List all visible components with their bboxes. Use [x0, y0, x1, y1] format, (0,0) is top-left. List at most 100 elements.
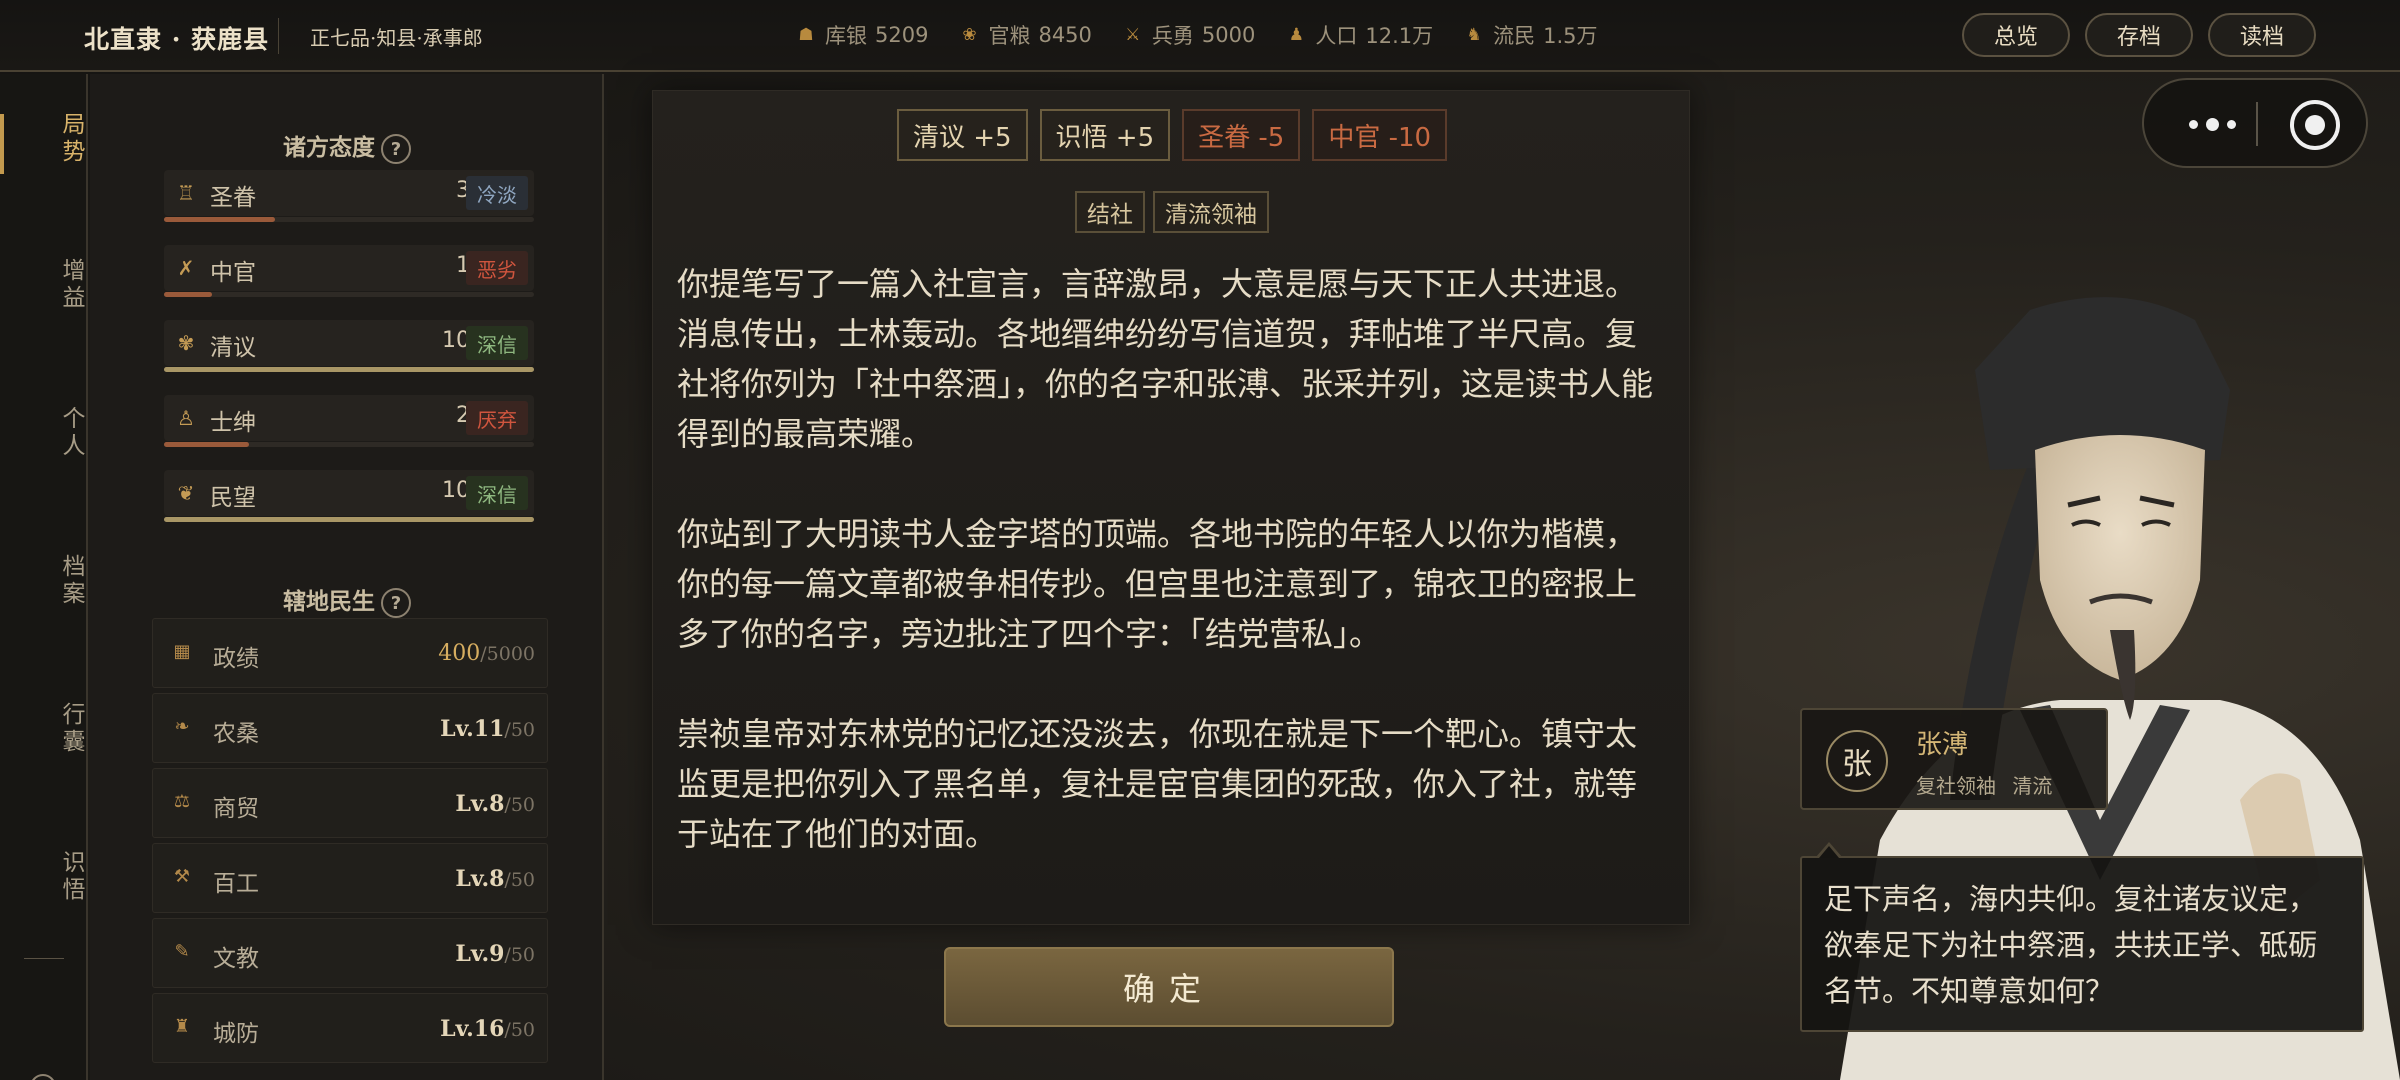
trade-icon: ⚖: [173, 791, 191, 812]
character-roles: 复社领袖 清流: [1916, 774, 2053, 798]
effect-badge: 中官 -10: [1312, 109, 1448, 161]
resource-soldiers: ⚔ 兵勇 5000: [1122, 20, 1255, 50]
stat-name: 商贸: [213, 796, 259, 822]
event-card: 清议 +5 识悟 +5 圣眷 -5 中官 -10 结社 清流领袖 你提笔写了一篇…: [652, 90, 1690, 925]
stat-value: Lv.8/50: [455, 791, 535, 817]
target-icon[interactable]: [30, 1074, 56, 1080]
eunuch-icon: ✗: [177, 256, 195, 280]
stat-current: Lv.16: [440, 1016, 505, 1042]
stat-row-defense[interactable]: ♜ 城防 Lv.16/50: [152, 993, 548, 1063]
story-paragraph: 崇祯皇帝对东林党的记忆还没淡去，你现在就是下一个靶心。镇守太监更是把你列入了黑名…: [677, 715, 1638, 853]
stat-max: /50: [504, 869, 535, 891]
character-seal-icon: 张: [1826, 730, 1888, 792]
stat-current: 400: [438, 641, 481, 666]
character-name: 张溥: [1916, 730, 1969, 760]
mini-program-capsule: [2142, 78, 2368, 168]
close-target-icon[interactable]: [2290, 100, 2340, 150]
faction-row[interactable]: ♙ 士绅 23 厌弃: [164, 395, 626, 455]
gentry-icon: ♙: [177, 406, 195, 430]
factions-title-text: 诸方态度: [283, 134, 375, 161]
side-nav: 局势 增益 个人 档案 行囊 识悟: [0, 74, 88, 1080]
stat-name: 城防: [213, 1021, 259, 1047]
top-bar: 北直隶 · 获鹿县 正七品·知县·承事郎 ☗ 库银 5209 ❀ 官粮 8450…: [0, 0, 2400, 72]
population-icon: ♟: [1288, 25, 1304, 45]
faction-row[interactable]: ❦ 民望 100 深信: [164, 470, 626, 530]
effect-badge: 清议 +5: [896, 109, 1028, 161]
stat-row-merit[interactable]: ▦ 政绩 400/5000: [152, 618, 548, 688]
faction-attitude-tag: 恶劣: [466, 251, 528, 285]
stat-value: 400/5000: [438, 641, 535, 666]
faction-name: 清议: [210, 335, 256, 361]
resource-label: 库银: [825, 24, 867, 48]
overview-button[interactable]: 总览: [1962, 13, 2070, 57]
faction-row[interactable]: ♖ 圣眷 30 冷淡: [164, 170, 626, 230]
resource-silver: ☗ 库银 5209: [795, 20, 928, 50]
stat-row-education[interactable]: ✎ 文教 Lv.9/50: [152, 918, 548, 988]
stat-value: Lv.9/50: [455, 941, 535, 967]
stat-row-trade[interactable]: ⚖ 商贸 Lv.8/50: [152, 768, 548, 838]
livelihood-title-text: 辖地民生: [283, 588, 375, 615]
stat-current: Lv.11: [440, 716, 505, 742]
livelihood-title: 辖地民生?: [90, 582, 604, 618]
faction-name: 中官: [210, 260, 256, 286]
emperor-icon: ♖: [177, 181, 195, 205]
faction-bar-fill: [164, 517, 534, 522]
resource-value: 1.5万: [1543, 24, 1598, 48]
resource-bar: ☗ 库银 5209 ❀ 官粮 8450 ⚔ 兵勇 5000 ♟ 人口 12.1万…: [795, 20, 1598, 50]
nav-item-insight[interactable]: 识悟: [0, 850, 88, 904]
faction-attitude-tag: 厌弃: [466, 401, 528, 435]
stat-current: Lv.8: [455, 791, 505, 817]
status-panel: 诸方态度? ♖ 圣眷 30 冷淡 ✗ 中官 13 恶劣 ✾ 清议 100 深信 …: [90, 74, 604, 1080]
people-icon: ❦: [177, 481, 195, 505]
stat-row-craft[interactable]: ⚒ 百工 Lv.8/50: [152, 843, 548, 913]
refugee-icon: ♞: [1466, 25, 1482, 45]
resource-value: 5000: [1201, 23, 1256, 47]
faction-row[interactable]: ✾ 清议 100 深信: [164, 320, 626, 380]
faction-attitude-tag: 深信: [466, 476, 528, 510]
resource-label: 流民: [1493, 24, 1536, 48]
faction-bar: [164, 217, 534, 222]
story-paragraph: 你提笔写了一篇入社宣言，言辞激昂，大意是愿与天下正人共进退。消息传出，士林轰动。…: [677, 265, 1654, 453]
nav-item-archive[interactable]: 档案: [0, 554, 88, 608]
event-tag: 清流领袖: [1153, 191, 1269, 233]
stat-max: /50: [504, 794, 535, 816]
faction-attitude-tag: 深信: [466, 326, 528, 360]
nav-item-buffs[interactable]: 增益: [0, 258, 88, 312]
nav-item-inventory[interactable]: 行囊: [0, 702, 88, 756]
faction-bar: [164, 517, 534, 522]
faction-bar-fill: [164, 367, 534, 372]
effects-row: 清议 +5 识悟 +5 圣眷 -5 中官 -10: [653, 109, 1691, 161]
education-icon: ✎: [174, 941, 190, 962]
nav-item-situation[interactable]: 局势: [0, 112, 88, 166]
merit-icon: ▦: [173, 641, 191, 662]
stat-max: /50: [504, 719, 535, 741]
nav-item-personal[interactable]: 个人: [0, 406, 88, 460]
factions-help-icon[interactable]: ?: [381, 134, 411, 164]
load-button[interactable]: 读档: [2208, 13, 2316, 57]
more-icon[interactable]: [2182, 114, 2242, 134]
defense-icon: ♜: [173, 1016, 191, 1037]
factions-title: 诸方态度?: [90, 128, 604, 164]
faction-bar-fill: [164, 442, 250, 447]
save-button[interactable]: 存档: [2085, 13, 2193, 57]
resource-label: 人口: [1315, 24, 1358, 48]
faction-bar-fill: [164, 217, 275, 222]
resource-value: 8450: [1038, 23, 1092, 47]
character-name-card: 张 张溥 复社领袖 清流: [1800, 708, 2108, 810]
event-tag: 结社: [1075, 191, 1145, 233]
stat-name: 百工: [213, 871, 259, 897]
livelihood-help-icon[interactable]: ?: [381, 588, 411, 618]
faction-bar: [164, 292, 534, 297]
stat-value: Lv.8/50: [455, 866, 535, 892]
stat-row-farming[interactable]: ❧ 农桑 Lv.11/50: [152, 693, 548, 763]
grain-icon: ❀: [962, 25, 977, 45]
event-story: 你提笔写了一篇入社宣言，言辞激昂，大意是愿与天下正人共进退。消息传出，士林轰动。…: [677, 259, 1657, 909]
faction-row[interactable]: ✗ 中官 13 恶劣: [164, 245, 626, 305]
effect-badge: 圣眷 -5: [1182, 109, 1301, 161]
resource-label: 兵勇: [1151, 24, 1194, 48]
soldier-icon: ⚔: [1125, 25, 1141, 45]
capsule-divider: [2256, 102, 2258, 146]
confirm-button[interactable]: 确定: [944, 947, 1394, 1027]
stat-max: /50: [504, 1019, 535, 1041]
faction-bar: [164, 442, 534, 447]
